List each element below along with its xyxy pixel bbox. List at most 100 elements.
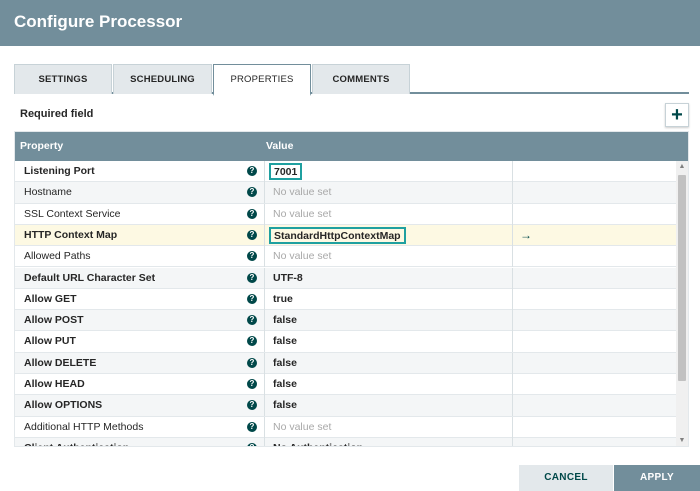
property-value[interactable]: false [273, 353, 297, 374]
property-value[interactable]: No value set [273, 417, 331, 438]
column-divider [264, 352, 265, 374]
column-divider [512, 331, 513, 353]
property-name: Allowed Paths [24, 250, 91, 263]
help-icon[interactable]: ? [247, 166, 257, 176]
column-divider [512, 437, 513, 446]
property-value[interactable]: No value set [273, 246, 331, 267]
help-icon[interactable]: ? [247, 336, 257, 347]
property-value[interactable]: false [273, 374, 297, 395]
column-divider [264, 182, 265, 204]
table-row[interactable]: Allow OPTIONS? false [15, 395, 676, 417]
go-to-arrow-icon[interactable]: → [520, 225, 532, 246]
column-divider [512, 288, 513, 310]
table-row[interactable]: Allow HEAD? false [15, 374, 676, 396]
column-divider [264, 267, 265, 289]
scroll-down-arrow-icon[interactable]: ▼ [676, 437, 688, 445]
property-name: SSL Context Service [24, 207, 121, 220]
column-divider [512, 161, 513, 182]
column-divider [512, 203, 513, 225]
property-value[interactable]: No Authentication [273, 438, 363, 446]
help-icon[interactable]: ? [247, 442, 257, 446]
property-name: Allow PUT [24, 335, 76, 348]
properties-table: Property Value Listening Port? 7001 Hostna… [14, 131, 689, 447]
property-name: Allow HEAD [24, 378, 85, 390]
table-row[interactable]: Listening Port? 7001 [15, 161, 676, 183]
column-divider [264, 310, 265, 332]
help-icon[interactable]: ? [247, 421, 257, 432]
table-row[interactable]: Allow GET? true [15, 288, 676, 311]
help-icon[interactable]: ? [247, 208, 257, 219]
help-icon[interactable]: ? [247, 251, 257, 262]
property-name: Hostname [24, 186, 72, 199]
property-name: Allow GET [24, 292, 77, 305]
table-row[interactable]: Allow PUT? false [15, 331, 676, 353]
property-value[interactable]: true [273, 289, 293, 310]
table-row[interactable]: SSL Context Service? No value set [15, 203, 676, 225]
property-value[interactable]: false [273, 310, 297, 331]
dialog-header: Configure Processor [0, 0, 700, 46]
table-row[interactable]: Hostname? No value set [15, 182, 676, 204]
property-value[interactable]: false [273, 331, 297, 352]
apply-button[interactable]: APPLY [614, 465, 700, 491]
tab-scheduling[interactable]: SCHEDULING [113, 64, 212, 94]
property-name: HTTP Context Map [24, 228, 118, 241]
help-icon[interactable]: ? [247, 379, 257, 389]
property-value[interactable]: false [273, 395, 297, 416]
property-value[interactable]: No value set [273, 204, 331, 225]
column-divider [264, 288, 265, 310]
plus-icon: + [671, 104, 683, 126]
add-property-button[interactable]: + [665, 103, 689, 127]
required-field-label: Required field [20, 108, 94, 120]
column-divider [264, 246, 265, 268]
column-divider [264, 416, 265, 438]
property-value[interactable]: No value set [273, 182, 331, 203]
table-header: Property Value [15, 132, 688, 161]
scroll-thumb[interactable] [678, 175, 686, 381]
column-divider [512, 416, 513, 438]
column-divider [264, 224, 265, 246]
property-name: Allow DELETE [24, 356, 97, 369]
column-divider [512, 246, 513, 268]
table-row[interactable]: Additional HTTP Methods? No value set [15, 416, 676, 438]
tab-comments[interactable]: COMMENTS [312, 64, 410, 94]
property-name: Additional HTTP Methods [24, 420, 144, 433]
help-icon[interactable]: ? [247, 293, 257, 304]
column-divider [512, 352, 513, 374]
tab-properties[interactable]: PROPERTIES [213, 64, 311, 96]
column-divider [512, 224, 513, 246]
column-divider [264, 203, 265, 225]
help-icon[interactable]: ? [247, 357, 257, 368]
column-divider [264, 395, 265, 417]
help-icon[interactable]: ? [247, 272, 257, 283]
column-divider [512, 182, 513, 204]
column-divider [264, 161, 265, 182]
tab-settings[interactable]: SETTINGS [14, 64, 112, 94]
table-row[interactable]: Allow DELETE? false [15, 352, 676, 374]
help-icon[interactable]: ? [247, 187, 257, 198]
column-divider [264, 331, 265, 353]
tab-bar: SETTINGS SCHEDULING PROPERTIES COMMENTS [14, 64, 689, 96]
column-divider [512, 310, 513, 332]
column-divider [512, 267, 513, 289]
help-icon[interactable]: ? [247, 400, 257, 411]
column-divider [512, 374, 513, 395]
cancel-button[interactable]: CANCEL [519, 465, 613, 491]
property-name: Allow POST [24, 314, 84, 327]
property-value[interactable]: 7001 [269, 163, 303, 180]
column-header-property: Property [20, 140, 64, 152]
column-header-value: Value [266, 140, 294, 152]
dialog-title: Configure Processor [14, 12, 183, 31]
table-row[interactable]: Allowed Paths? No value set [15, 246, 676, 268]
table-scrollbar[interactable]: ▲ ▼ [676, 161, 688, 446]
table-row[interactable]: Default URL Character Set? UTF-8 [15, 267, 676, 289]
table-row[interactable]: Client Authentication? No Authentication [15, 437, 676, 446]
help-icon[interactable]: ? [247, 315, 257, 326]
column-divider [512, 395, 513, 417]
table-row[interactable]: HTTP Context Map? StandardHttpContextMap → [15, 224, 676, 247]
property-value[interactable]: StandardHttpContextMap [269, 226, 406, 244]
help-icon[interactable]: ? [247, 229, 257, 240]
scroll-up-arrow-icon[interactable]: ▲ [676, 163, 688, 171]
property-value[interactable]: UTF-8 [273, 268, 303, 289]
table-row[interactable]: Allow POST? false [15, 310, 676, 332]
column-divider [264, 437, 265, 446]
